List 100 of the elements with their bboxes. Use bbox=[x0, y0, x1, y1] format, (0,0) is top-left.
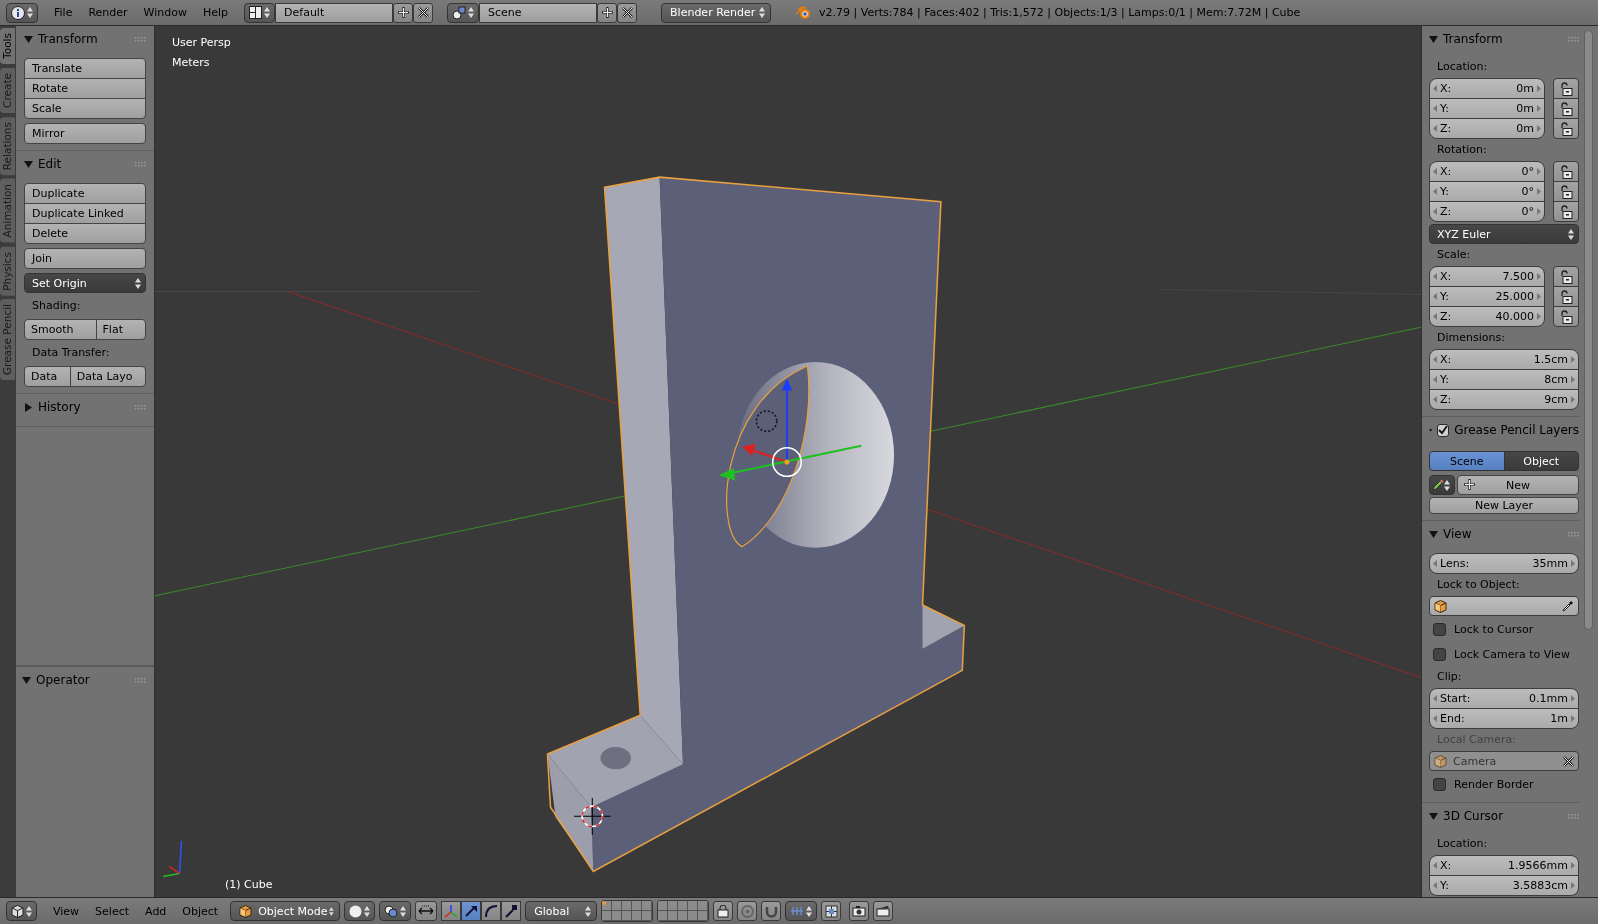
menu-item[interactable]: File bbox=[46, 6, 81, 19]
tool-button[interactable]: Mirror bbox=[24, 123, 146, 144]
tool-button[interactable]: Flat bbox=[95, 319, 146, 340]
lock-toggle[interactable] bbox=[1553, 98, 1579, 119]
lock-toggle[interactable] bbox=[1553, 266, 1579, 287]
tool-button[interactable]: Smooth bbox=[24, 319, 97, 340]
new-button[interactable]: New bbox=[1457, 475, 1579, 495]
panel-title[interactable]: 3D Cursor bbox=[1443, 809, 1563, 823]
delete-button[interactable] bbox=[617, 2, 638, 23]
updown-arrows-icon bbox=[585, 905, 592, 917]
render-animation-button[interactable] bbox=[873, 901, 894, 921]
number-field[interactable]: Z: 0° bbox=[1429, 201, 1545, 222]
lock-toggle[interactable] bbox=[1553, 118, 1579, 139]
tool-button[interactable]: Duplicate Linked bbox=[24, 203, 146, 224]
layer-button[interactable] bbox=[698, 901, 709, 911]
tool-button[interactable]: Data bbox=[24, 366, 71, 387]
number-field[interactable]: Z: 40.000 bbox=[1429, 306, 1545, 327]
layout-name-field[interactable]: Default bbox=[275, 2, 394, 23]
menu-item[interactable]: View bbox=[45, 904, 88, 918]
panel-title[interactable]: Transform bbox=[38, 32, 130, 46]
lock-toggle[interactable] bbox=[1553, 286, 1579, 307]
number-field[interactable]: X: 1.5cm bbox=[1429, 349, 1579, 370]
pencil-menu-button[interactable] bbox=[1429, 475, 1455, 495]
new-layer-button[interactable]: New Layer bbox=[1429, 497, 1579, 514]
add-button[interactable] bbox=[597, 2, 618, 23]
checkbox[interactable] bbox=[1433, 648, 1446, 661]
snap-element-menu[interactable] bbox=[785, 901, 818, 921]
shading-menu[interactable] bbox=[344, 901, 376, 921]
delete-button[interactable] bbox=[413, 2, 434, 23]
dropdown-menu[interactable]: XYZ Euler bbox=[1429, 224, 1579, 244]
checkbox[interactable] bbox=[1437, 423, 1450, 437]
proportional-edit-button[interactable] bbox=[737, 901, 758, 921]
menu-item[interactable]: Object bbox=[174, 904, 227, 918]
number-field[interactable]: X: 0° bbox=[1429, 161, 1545, 182]
number-field[interactable]: Lens: 35mm bbox=[1429, 553, 1579, 574]
lock-toggle[interactable] bbox=[1553, 78, 1579, 99]
number-field[interactable]: Start: 0.1mm bbox=[1429, 688, 1579, 709]
lock-toggle[interactable] bbox=[1553, 181, 1579, 202]
panel-title[interactable]: Grease Pencil Layers bbox=[1454, 423, 1579, 437]
snap-target-button[interactable] bbox=[821, 901, 842, 921]
tool-button[interactable]: Duplicate bbox=[24, 183, 146, 204]
tool-button[interactable]: Rotate bbox=[24, 78, 146, 99]
lock-layers-button[interactable] bbox=[713, 901, 734, 921]
manipulator-mode-button[interactable] bbox=[501, 901, 522, 921]
panel-title[interactable]: History bbox=[38, 400, 130, 414]
menu-item[interactable]: Add bbox=[137, 904, 175, 918]
dropdown-menu[interactable]: Set Origin bbox=[24, 273, 146, 293]
pivot-menu[interactable] bbox=[379, 901, 412, 921]
number-field[interactable]: Y: 3.5883cm bbox=[1429, 875, 1579, 896]
number-field[interactable]: End: 1m bbox=[1429, 708, 1579, 729]
object-field[interactable] bbox=[1429, 596, 1579, 616]
manipulator-toggle[interactable] bbox=[415, 901, 438, 921]
number-field[interactable]: Y: 25.000 bbox=[1429, 286, 1545, 307]
render-engine-menu[interactable]: Blender Render bbox=[661, 2, 772, 23]
tool-button[interactable]: Translate bbox=[24, 58, 146, 79]
number-field[interactable]: Z: 9cm bbox=[1429, 389, 1579, 410]
tool-button[interactable]: Delete bbox=[24, 223, 146, 244]
scene-name-field[interactable]: Scene bbox=[479, 2, 598, 23]
number-field[interactable]: Y: 8cm bbox=[1429, 369, 1579, 390]
number-field[interactable]: Z: 0m bbox=[1429, 118, 1545, 139]
tool-button[interactable]: Data Layo bbox=[69, 366, 146, 387]
segment-tab[interactable]: Object bbox=[1503, 451, 1579, 471]
add-button[interactable] bbox=[393, 2, 414, 23]
tool-button[interactable]: Scale bbox=[24, 98, 146, 119]
orientation-menu[interactable]: Global bbox=[525, 901, 598, 921]
number-field[interactable]: Y: 0° bbox=[1429, 181, 1545, 202]
lock-toggle[interactable] bbox=[1553, 306, 1579, 327]
manipulator-mode-button[interactable] bbox=[441, 901, 462, 921]
menu-item[interactable]: Window bbox=[135, 6, 195, 19]
panel-title[interactable]: Operator bbox=[36, 673, 130, 687]
layer-button[interactable] bbox=[642, 911, 653, 921]
scene-selector[interactable] bbox=[447, 2, 480, 23]
layout-selector[interactable] bbox=[244, 2, 276, 23]
layer-button[interactable] bbox=[642, 901, 653, 911]
layer-button[interactable] bbox=[698, 911, 709, 921]
editor-type-button[interactable] bbox=[6, 901, 37, 921]
number-field[interactable]: X: 1.9566mm bbox=[1429, 855, 1579, 876]
checkbox[interactable] bbox=[1433, 778, 1446, 791]
number-field[interactable]: X: 0m bbox=[1429, 78, 1545, 99]
panel-title[interactable]: Transform bbox=[1443, 32, 1563, 46]
menu-item[interactable]: Render bbox=[80, 6, 136, 19]
lock-toggle[interactable] bbox=[1553, 161, 1579, 182]
checkbox[interactable] bbox=[1433, 623, 1446, 636]
editor-type-button[interactable] bbox=[6, 2, 38, 23]
mode-menu[interactable]: Object Mode bbox=[230, 901, 341, 921]
panel-title[interactable]: View bbox=[1443, 527, 1563, 541]
menu-item[interactable]: Help bbox=[194, 6, 237, 19]
tool-button[interactable]: Join bbox=[24, 248, 146, 269]
number-field[interactable]: Y: 0m bbox=[1429, 98, 1545, 119]
render-image-button[interactable] bbox=[849, 901, 870, 921]
panel-title[interactable]: Edit bbox=[38, 157, 130, 171]
snap-button[interactable] bbox=[761, 901, 782, 921]
manipulator-mode-button[interactable] bbox=[481, 901, 502, 921]
number-field[interactable]: X: 7.500 bbox=[1429, 266, 1545, 287]
manipulator-mode-button[interactable] bbox=[461, 901, 482, 921]
menu-item[interactable]: Select bbox=[87, 904, 138, 918]
lock-toggle[interactable] bbox=[1553, 201, 1579, 222]
tool-tab[interactable]: Tools bbox=[0, 28, 15, 64]
scrollbar[interactable] bbox=[1584, 30, 1593, 630]
segment-tab[interactable]: Scene bbox=[1429, 451, 1505, 471]
